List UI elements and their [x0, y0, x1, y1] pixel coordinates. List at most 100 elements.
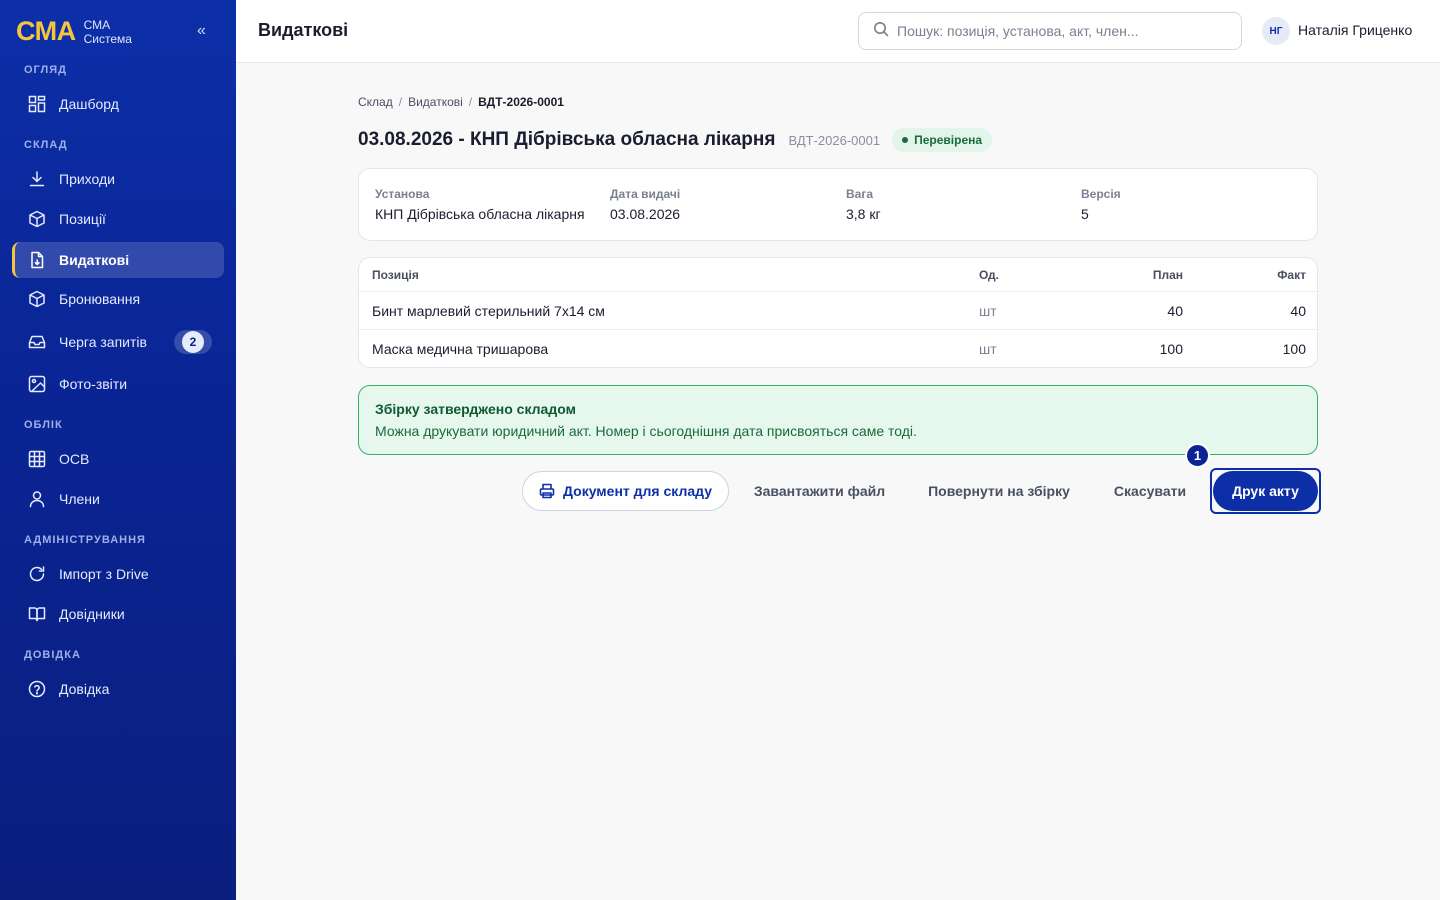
request-count-badge: 2 — [174, 330, 212, 354]
request-count: 2 — [182, 331, 204, 353]
breadcrumb-separator: / — [398, 95, 403, 109]
step-marker-badge: 1 — [1185, 443, 1210, 468]
table-header-row: Позиція Од. План Факт — [359, 258, 1317, 292]
search-icon — [873, 21, 889, 42]
collapse-sidebar-button[interactable]: « — [197, 22, 206, 40]
warehouse-document-button[interactable]: Документ для складу — [522, 471, 729, 511]
breadcrumb-expenditures[interactable]: Видаткові — [408, 95, 463, 109]
search-box[interactable] — [858, 12, 1242, 50]
status-dot-icon — [902, 137, 909, 143]
sidebar-item-members[interactable]: Члени — [12, 481, 224, 517]
avatar[interactable]: НГ — [1262, 17, 1290, 45]
book-icon — [27, 604, 47, 624]
alert-title: Збірку затверджено складом — [375, 401, 576, 417]
search-input[interactable] — [897, 23, 1227, 39]
brand-line2: Система — [83, 31, 132, 46]
sidebar-item-positions[interactable]: Позиції — [12, 201, 224, 237]
inbox-icon — [27, 332, 47, 352]
info-value: 3,8 кг — [846, 206, 881, 222]
breadcrumb: Склад / Видаткові / ВДТ-2026-0001 — [358, 95, 564, 109]
sidebar-item-label: Видаткові — [59, 252, 130, 268]
info-value: 5 — [1081, 206, 1089, 222]
column-header-unit: Од. — [979, 268, 999, 282]
info-version: Версія 5 — [1081, 187, 1121, 222]
cell-plan: 40 — [1167, 303, 1183, 319]
table-row: Маска медична тришарова шт 100 100 — [359, 330, 1317, 367]
sidebar-item-label: Приходи — [59, 171, 115, 187]
image-icon — [27, 374, 47, 394]
sidebar-item-label: Фото-звіти — [59, 376, 128, 392]
info-weight: Вага 3,8 кг — [846, 187, 881, 222]
grid-icon — [27, 94, 47, 114]
sidebar-item-label: Бронювання — [59, 291, 141, 307]
user-name[interactable]: Наталія Гриценко — [1298, 22, 1412, 38]
section-label-overview: ОГЛЯД — [24, 64, 67, 76]
sidebar-item-label: Імпорт з Drive — [59, 566, 149, 582]
return-to-picking-button[interactable]: Повернути на збірку — [920, 471, 1078, 511]
cell-unit: шт — [979, 341, 997, 357]
sidebar-item-label: Члени — [59, 491, 100, 507]
info-institution: Установа КНП Дібрівська обласна лікарня — [375, 187, 585, 222]
brand[interactable]: СМА СМА Система — [16, 16, 132, 47]
section-label-admin: АДМІНІСТРУВАННЯ — [24, 534, 146, 546]
document-title: 03.08.2026 - КНП Дібрівська обласна ліка… — [358, 129, 776, 150]
sidebar-item-help[interactable]: Довідка — [12, 671, 224, 707]
sidebar-item-receipts[interactable]: Приходи — [12, 161, 224, 197]
items-table: Позиція Од. План Факт Бинт марлевий стер… — [358, 257, 1318, 368]
sidebar-item-label: Довідка — [59, 681, 110, 697]
warehouse-document-label: Документ для складу — [563, 483, 712, 499]
print-act-button[interactable]: Друк акту — [1213, 471, 1318, 511]
info-key: Дата видачі — [610, 187, 681, 201]
page-title: Видаткові — [258, 20, 349, 40]
breadcrumb-warehouse[interactable]: Склад — [358, 95, 393, 109]
sidebar-item-dashboard[interactable]: Дашборд — [12, 86, 224, 122]
sidebar-item-label: ОСВ — [59, 451, 90, 467]
column-header-plan: План — [1152, 268, 1183, 282]
approval-alert: Збірку затверджено складом Можна друкува… — [358, 385, 1318, 455]
table-icon — [27, 449, 47, 469]
sidebar-item-directories[interactable]: Довідники — [12, 596, 224, 632]
sidebar-item-osv[interactable]: ОСВ — [12, 441, 224, 477]
status-badge: Перевірена — [892, 128, 993, 152]
status-label: Перевірена — [914, 133, 983, 147]
document-info-card: Установа КНП Дібрівська обласна лікарня … — [358, 168, 1318, 241]
section-label-accounting: ОБЛІК — [24, 419, 63, 431]
cancel-button[interactable]: Скасувати — [1106, 471, 1194, 511]
box-icon — [27, 289, 47, 309]
user-icon — [27, 489, 47, 509]
breadcrumb-separator: / — [468, 95, 473, 109]
column-header-position: Позиція — [372, 268, 419, 282]
sidebar-item-label: Черга запитів — [59, 334, 147, 350]
brand-logo: СМА — [16, 16, 76, 46]
sidebar-item-request-queue[interactable]: Черга запитів 2 — [12, 324, 224, 360]
cell-position: Маска медична тришарова — [372, 341, 549, 357]
info-issue-date: Дата видачі 03.08.2026 — [610, 187, 680, 222]
printer-icon — [539, 483, 555, 499]
document-number: ВДТ-2026-0001 — [788, 132, 881, 148]
download-file-button[interactable]: Завантажити файл — [747, 471, 892, 511]
section-label-help: ДОВІДКА — [24, 649, 81, 661]
info-key: Установа — [375, 187, 430, 201]
info-value: КНП Дібрівська обласна лікарня — [375, 206, 585, 222]
sidebar-item-reservations[interactable]: Бронювання — [12, 281, 224, 317]
box-icon — [27, 209, 47, 229]
download-icon — [27, 169, 47, 189]
sidebar-item-expenditures[interactable]: Видаткові — [12, 242, 224, 278]
alert-text: Можна друкувати юридичний акт. Номер і с… — [375, 423, 917, 439]
file-icon — [27, 250, 47, 270]
sidebar-item-photo-reports[interactable]: Фото-звіти — [12, 366, 224, 402]
refresh-icon — [27, 564, 47, 584]
brand-line1: СМА — [83, 17, 111, 32]
brand-text: СМА Система — [84, 18, 132, 46]
cell-plan: 100 — [1159, 341, 1183, 357]
section-label-warehouse: СКЛАД — [24, 139, 68, 151]
cell-fact: 100 — [1282, 341, 1306, 357]
sidebar-item-drive-import[interactable]: Імпорт з Drive — [12, 556, 224, 592]
info-key: Версія — [1081, 187, 1121, 201]
cell-position: Бинт марлевий стерильний 7х14 см — [372, 303, 605, 319]
breadcrumb-current: ВДТ-2026-0001 — [478, 95, 564, 109]
sidebar-item-label: Довідники — [59, 606, 125, 622]
sidebar-item-label: Позиції — [59, 211, 106, 227]
sidebar: СМА СМА Система « ОГЛЯД Дашборд СКЛАД Пр… — [0, 0, 236, 900]
document-title-row: 03.08.2026 - КНП Дібрівська обласна ліка… — [358, 128, 993, 152]
